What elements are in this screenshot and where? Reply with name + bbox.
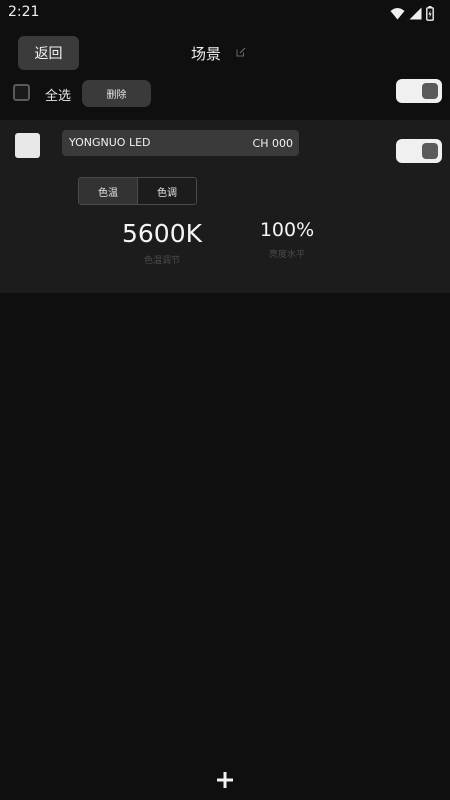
select-all-label: 全选 (45, 89, 72, 104)
back-button[interactable]: 返回 (18, 36, 79, 70)
status-time: 2:21 (8, 4, 40, 20)
status-icons (390, 5, 434, 21)
device-channel: CH 000 (252, 137, 293, 150)
status-bar: 2:21 (0, 0, 450, 26)
plus-icon (217, 772, 233, 788)
toggle-knob (422, 83, 438, 99)
select-all-checkbox[interactable] (13, 84, 30, 101)
wifi-icon (390, 7, 405, 19)
device-power-toggle[interactable] (396, 139, 442, 163)
add-device-button[interactable] (213, 768, 237, 792)
master-power-toggle[interactable] (396, 79, 442, 103)
brightness-label: 亮度水平 (268, 250, 305, 260)
device-select-checkbox[interactable] (15, 133, 40, 158)
toggle-knob (422, 143, 438, 159)
battery-icon (426, 5, 434, 21)
device-card: YONGNUO LED CH 000 色温 色调 5600K 色温调节 100%… (0, 120, 450, 293)
page-title: 场景 (191, 45, 222, 63)
edit-icon[interactable] (236, 47, 246, 57)
cct-value[interactable]: 5600K (112, 219, 212, 248)
mode-tabs: 色温 色调 (78, 177, 197, 205)
device-name-bar[interactable]: YONGNUO LED CH 000 (62, 130, 299, 156)
tab-hue[interactable]: 色调 (137, 178, 196, 204)
cell-signal-icon (409, 7, 422, 19)
brightness-value[interactable]: 100% (242, 219, 332, 241)
device-name: YONGNUO LED (69, 136, 151, 149)
delete-button[interactable]: 删除 (82, 80, 151, 107)
tab-cct[interactable]: 色温 (79, 178, 137, 204)
cct-label: 色温调节 (143, 256, 180, 266)
